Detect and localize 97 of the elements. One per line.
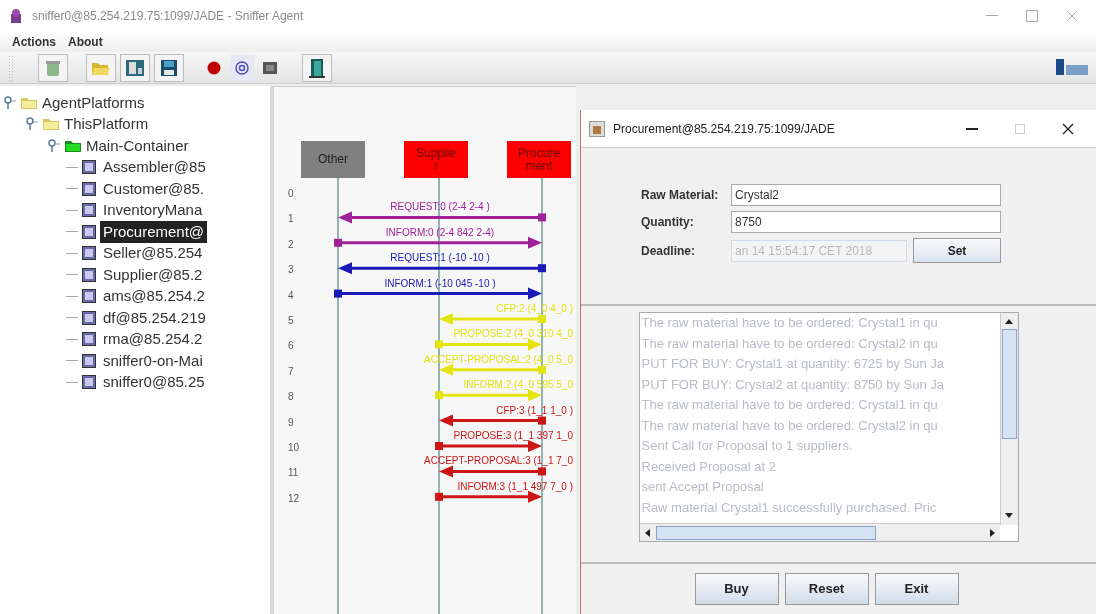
tree-item[interactable]: InventoryMana: [100, 199, 206, 222]
agent-box[interactable]: Procurement: [507, 141, 571, 178]
tree-item[interactable]: ThisPlatform: [64, 113, 149, 136]
message-label: INFORM:0 (2-4 842 2-4): [385, 226, 495, 238]
dialog-button[interactable]: Reset: [784, 573, 869, 605]
vertical-scrollbar[interactable]: [999, 313, 1018, 525]
agent-icon: [82, 246, 96, 261]
horizontal-scrollbar[interactable]: [639, 523, 1000, 541]
log-line: The raw material have to be ordered: Crystal2 in qu: [641, 416, 939, 435]
folder-icon: [64, 138, 82, 153]
trash-icon[interactable]: [38, 53, 68, 82]
row-number: 5: [288, 314, 294, 328]
minimize-icon[interactable]: [966, 127, 978, 130]
menu-item[interactable]: Actions: [12, 33, 56, 51]
maximize-icon[interactable]: [1026, 10, 1038, 22]
scroll-down-icon[interactable]: [1005, 512, 1013, 518]
message-label: REQUEST:1 (-10 -10 ): [390, 252, 490, 264]
log-line: The raw material have to be ordered: Crystal1 in qu: [641, 314, 939, 332]
field-label: Raw Material:: [641, 187, 720, 204]
row-number: 1: [288, 212, 294, 227]
tree-item[interactable]: Procurement@: [100, 220, 208, 243]
agent-icon: [82, 375, 96, 390]
row-number: 12: [288, 491, 300, 506]
dialog-button[interactable]: Buy: [694, 573, 779, 605]
scroll-thumb[interactable]: [655, 525, 876, 540]
folder-icon: [20, 95, 38, 110]
folder-icon: [42, 117, 60, 132]
agent-icon: [82, 160, 96, 175]
field-label: Deadline:: [641, 242, 696, 260]
scroll-thumb[interactable]: [1001, 329, 1017, 439]
input-field[interactable]: Crystal2: [731, 184, 1001, 206]
window-title: sniffer0@85.254.219.75:1099/JADE - Sniffer Agent: [32, 8, 304, 25]
message-label: CFP:3 (1_1 1_0 ): [496, 404, 573, 416]
agent-icon: [82, 310, 96, 325]
door-icon[interactable]: [302, 53, 332, 82]
row-number: 3: [288, 263, 294, 278]
row-number: 0: [288, 187, 294, 201]
row-number: 7: [288, 364, 294, 379]
log-line: The raw material have to be ordered: Crystal1 in qu: [641, 396, 939, 414]
dialog-title: Procurement@85.254.219.75:1099/JADE: [613, 120, 835, 138]
save-icon[interactable]: [154, 53, 184, 82]
row-number: 10: [288, 441, 300, 455]
row-number: 4: [288, 288, 294, 303]
row-number: 11: [288, 466, 299, 481]
app-icon: [589, 120, 605, 137]
agent-icon: [82, 181, 96, 196]
message-label: INFORM:2 (4_0 595 5_0: [463, 379, 573, 391]
tree-item[interactable]: Supplier@85.2: [100, 263, 206, 286]
row-number: 2: [288, 237, 294, 252]
message-label: INFORM:1 (-10 045 -10 ): [384, 277, 496, 289]
menu-item[interactable]: About: [68, 33, 103, 51]
agent-icon: [82, 203, 96, 218]
agent-icon: [82, 224, 96, 239]
agent-icon: [82, 289, 96, 304]
close-icon[interactable]: [1062, 122, 1074, 135]
tree-item[interactable]: df@85.254.219: [100, 306, 209, 329]
expanded-handle-icon[interactable]: [48, 138, 60, 153]
tree-item[interactable]: ams@85.254.2: [100, 285, 208, 308]
tree-item[interactable]: sniffer0-on-Mai: [100, 349, 206, 372]
tree-item[interactable]: Assembler@85: [100, 156, 209, 179]
message-label: CFP:2 (4_0 4_0 ): [496, 303, 573, 314]
tree-item[interactable]: rma@85.254.2: [100, 328, 206, 351]
log-line: The raw material have to be ordered: Crystal2 in qu: [641, 334, 939, 353]
agent-box[interactable]: Other: [301, 141, 365, 178]
log-line: PUT FOR BUY: Crystal1 at quantity: 6725 by Sun Ja: [641, 355, 945, 373]
tree-item[interactable]: sniffer0@85.25: [100, 371, 208, 394]
message-label: PROPOSE:2 (4_0 310 4_0: [453, 328, 573, 340]
expanded-handle-icon[interactable]: [26, 117, 38, 132]
expanded-handle-icon[interactable]: [4, 95, 16, 110]
field-label: Quantity:: [641, 214, 695, 231]
set-button[interactable]: Set: [913, 238, 1001, 263]
row-number: 6: [288, 339, 294, 354]
log-line: Sent Call for Proposal to 1 suppliers.: [641, 437, 854, 455]
row-number: 9: [288, 415, 294, 430]
message-label: ACCEPT-PROPOSAL:3 (1_1 7_0: [424, 455, 573, 467]
log-line: Received Proposal at 2: [641, 457, 777, 476]
log-line: sent Accept Proposal: [641, 478, 765, 496]
agent-icon: [82, 332, 96, 347]
tree-item[interactable]: AgentPlatforms: [42, 91, 145, 114]
message-label: REQUEST:0 (2-4 2-4 ): [390, 201, 490, 213]
message-label: ACCEPT-PROPOSAL:2 (4_0 5_0: [424, 353, 573, 365]
agent-icon: [82, 267, 96, 282]
save-as-icon[interactable]: [120, 53, 150, 82]
agent-icon: [82, 353, 96, 368]
log-line: PUT FOR BUY: Crystal2 at quantity: 8750 by Sun Ja: [641, 375, 945, 394]
agent-box[interactable]: Supplier: [404, 141, 468, 178]
message-label: PROPOSE:3 (1_1 397 1_0: [453, 430, 573, 441]
log-line: Raw material Crystal1 successfully purchased. Pric: [641, 498, 938, 517]
app-icon: [8, 8, 24, 24]
tree-item[interactable]: Customer@85.: [100, 177, 208, 200]
input-field[interactable]: 8750: [731, 211, 1001, 233]
tree-item[interactable]: Main-Container: [86, 134, 189, 157]
scroll-up-icon[interactable]: [1005, 318, 1013, 324]
tree-item[interactable]: Seller@85.254: [100, 242, 206, 265]
row-number: 8: [288, 390, 294, 405]
dialog-button[interactable]: Exit: [874, 573, 959, 605]
message-label: INFORM:3 (1_1 497 7_0 ): [457, 480, 573, 492]
